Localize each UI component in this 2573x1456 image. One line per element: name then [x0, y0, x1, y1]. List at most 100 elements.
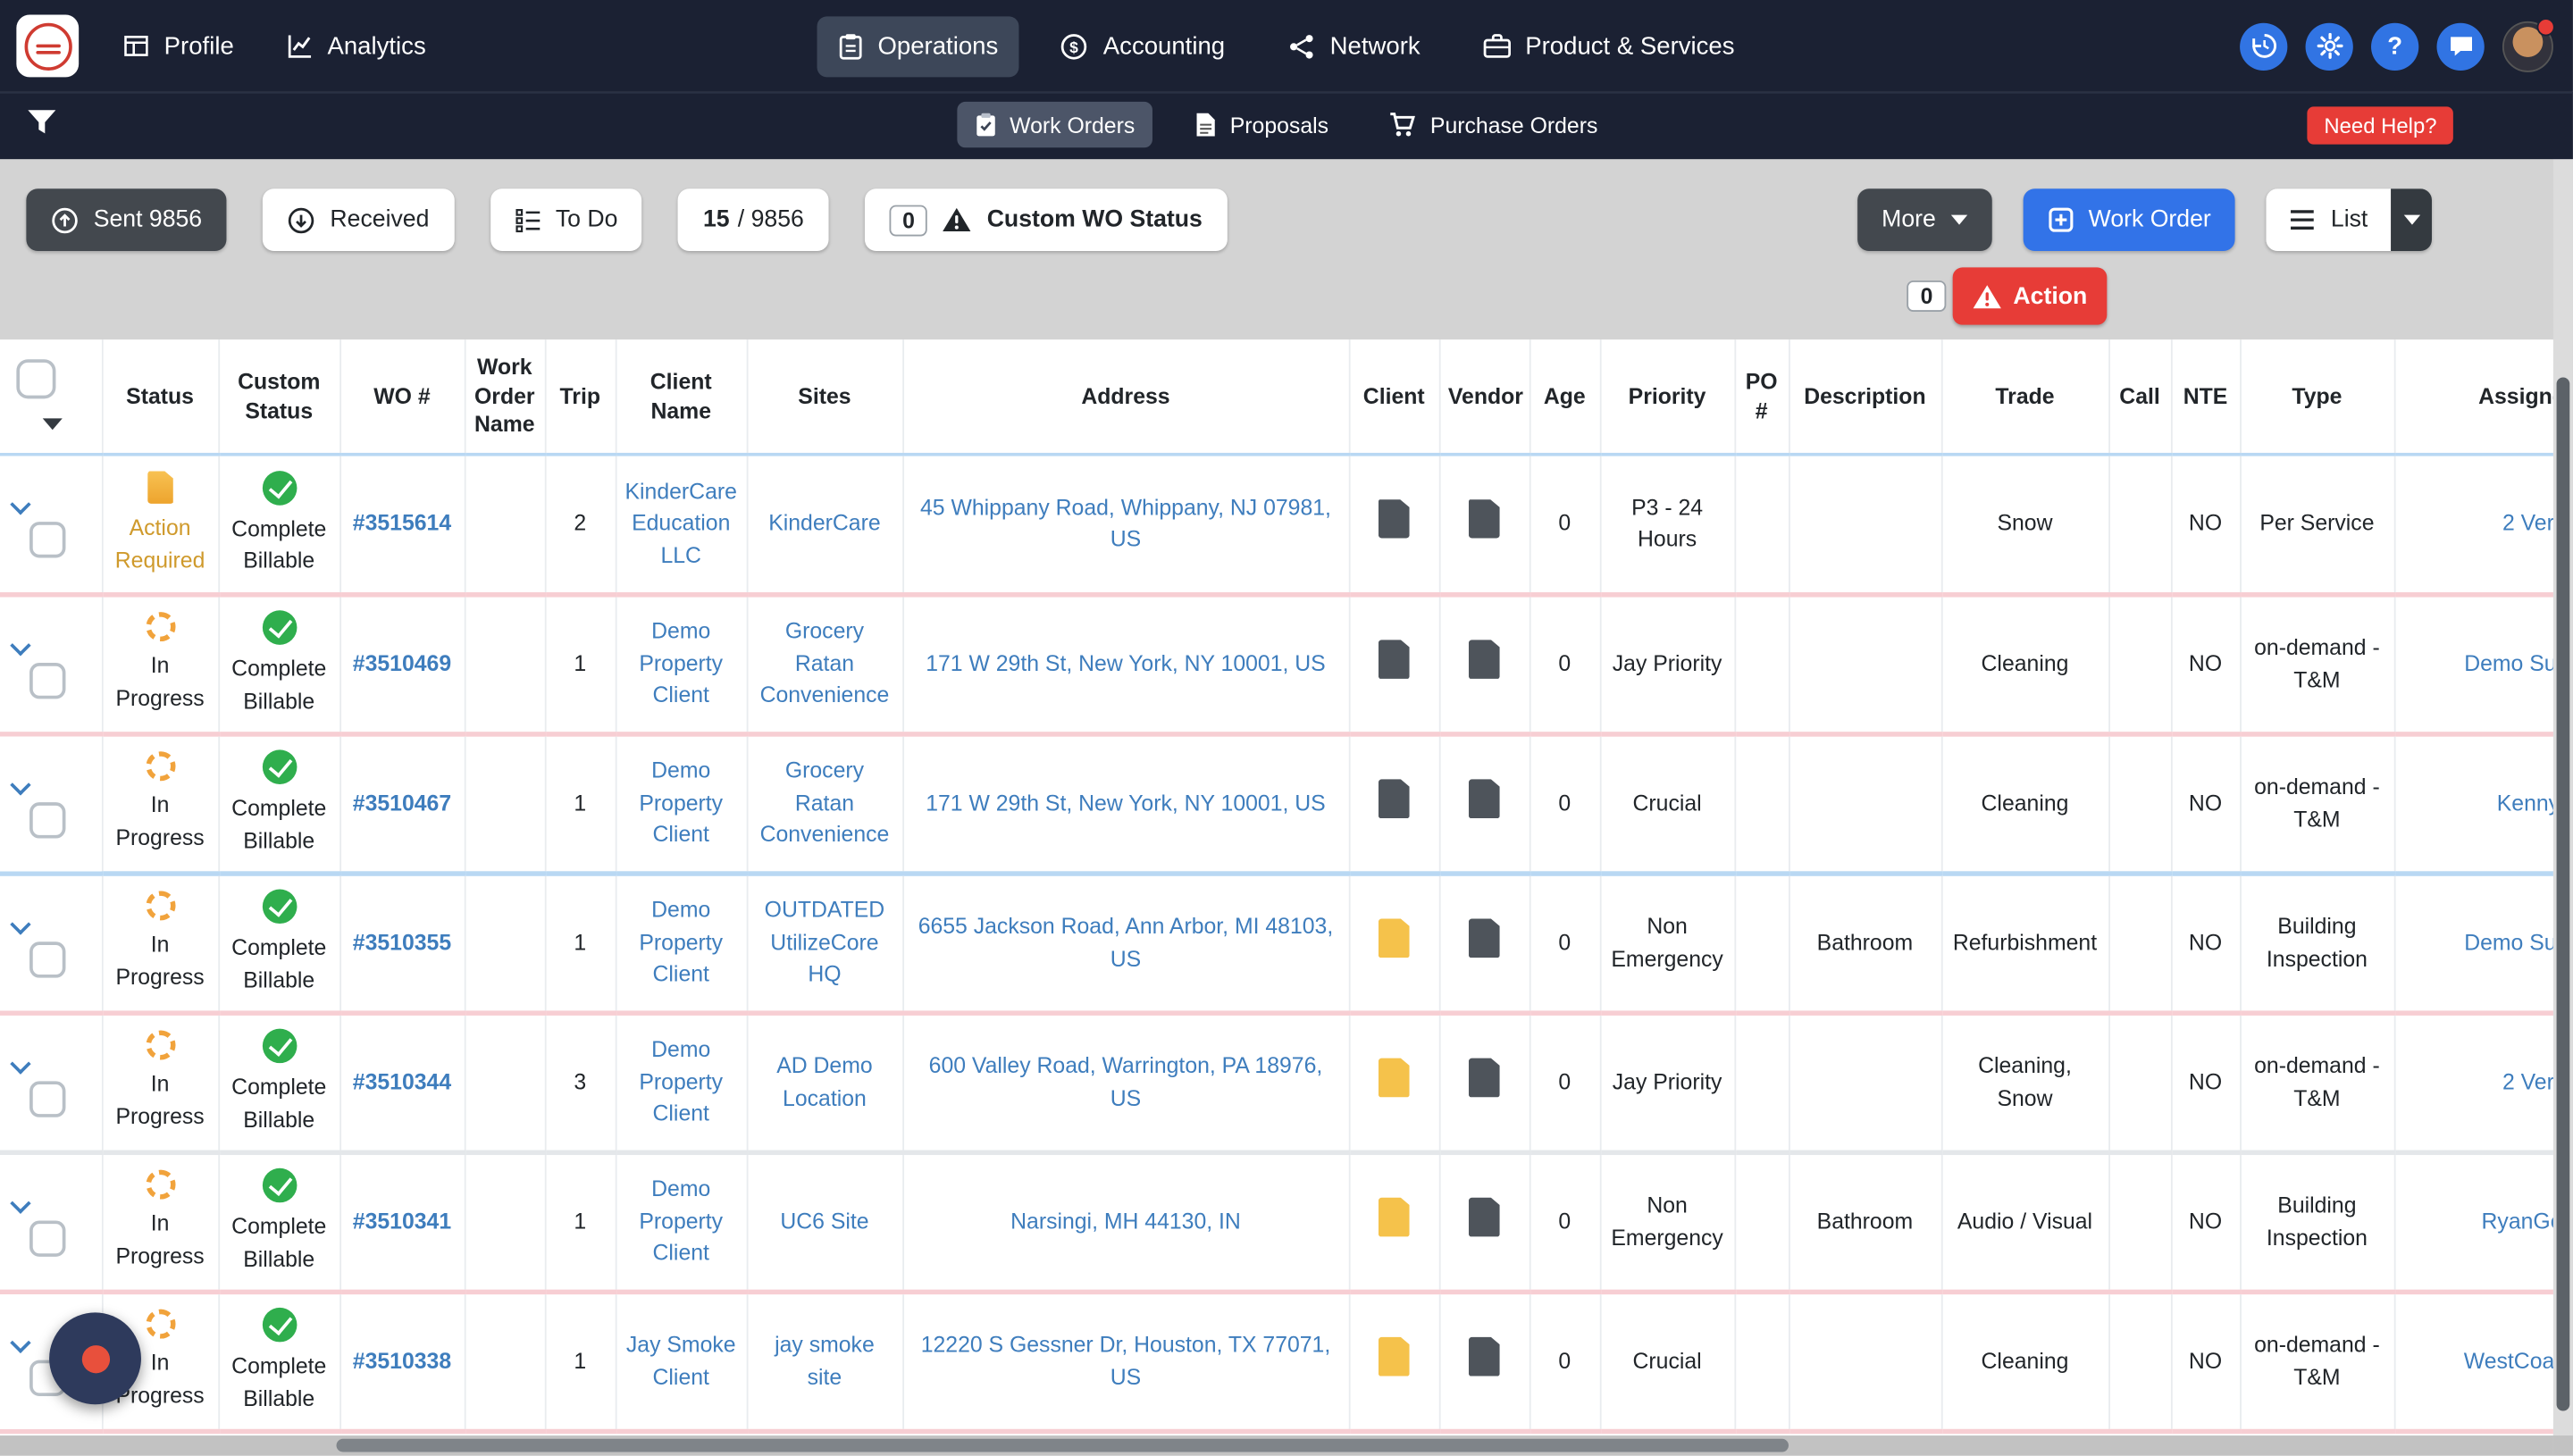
expand-chevron-icon[interactable]	[10, 774, 30, 794]
wo-name-cell	[465, 873, 545, 1012]
view-dropdown-button[interactable]	[2391, 188, 2432, 251]
nav-product-services[interactable]: Product & Services	[1462, 15, 1756, 76]
row-checkbox[interactable]	[29, 801, 65, 837]
row-checkbox[interactable]	[29, 1220, 65, 1256]
client-invoice-icon[interactable]	[1379, 1058, 1410, 1097]
site-link[interactable]: UC6 Site	[780, 1209, 868, 1234]
help-button[interactable]: ?	[2371, 22, 2418, 70]
select-all-checkbox[interactable]	[16, 359, 55, 398]
client-name-link[interactable]: Demo Property Client	[639, 1176, 723, 1265]
address-link[interactable]: Narsingi, MH 44130, IN	[1010, 1209, 1241, 1234]
expand-chevron-icon[interactable]	[10, 913, 30, 933]
vendor-invoice-icon[interactable]	[1469, 1058, 1500, 1097]
custom-status-label: Complete Billable	[227, 653, 331, 717]
client-invoice-icon[interactable]	[1379, 1197, 1410, 1236]
vertical-scrollbar[interactable]	[2553, 159, 2573, 1455]
wo-number-link[interactable]: #3510338	[353, 1348, 451, 1373]
expand-chevron-icon[interactable]	[10, 1192, 30, 1213]
expand-chevron-icon[interactable]	[10, 1332, 30, 1352]
wo-number-link[interactable]: #3515614	[353, 511, 451, 536]
nav-operations[interactable]: Operations	[817, 15, 1020, 76]
vendor-invoice-icon[interactable]	[1469, 918, 1500, 958]
trade-cell: Cleaning	[1941, 733, 2108, 873]
select-dropdown-icon[interactable]	[43, 418, 63, 430]
expand-chevron-icon[interactable]	[10, 634, 30, 655]
assigned-link[interactable]: Demo Subco	[2464, 930, 2553, 955]
tab-purchase-orders[interactable]: Purchase Orders	[1371, 102, 1616, 147]
wo-number-link[interactable]: #3510344	[353, 1069, 451, 1094]
client-name-link[interactable]: Demo Property Client	[639, 1037, 723, 1125]
history-button[interactable]	[2240, 22, 2287, 70]
tab-work-orders[interactable]: Work Orders	[957, 102, 1152, 147]
site-link[interactable]: KinderCare	[768, 511, 880, 536]
chat-button[interactable]	[2436, 22, 2484, 70]
assigned-link[interactable]: RyanGott	[2482, 1209, 2553, 1234]
new-work-order-button[interactable]: Work Order	[2023, 188, 2235, 251]
action-button[interactable]: Action	[1952, 267, 2107, 324]
po-cell	[1734, 1012, 1789, 1151]
site-link[interactable]: Grocery Ratan Convenience	[760, 619, 890, 707]
client-name-link[interactable]: Jay Smoke Client	[626, 1332, 736, 1388]
address-link[interactable]: 600 Valley Road, Warrington, PA 18976, U…	[929, 1053, 1323, 1109]
address-link[interactable]: 171 W 29th St, New York, NY 10001, US	[926, 791, 1325, 816]
client-invoice-icon[interactable]	[1379, 779, 1410, 818]
address-link[interactable]: 45 Whippany Road, Whippany, NJ 07981, US	[920, 495, 1331, 551]
site-link[interactable]: AD Demo Location	[776, 1053, 872, 1109]
assistant-fab-button[interactable]	[49, 1312, 141, 1404]
assigned-link[interactable]: 2 Ver	[2502, 511, 2553, 536]
sent-button[interactable]: Sent 9856	[26, 188, 226, 251]
client-invoice-icon[interactable]	[1379, 499, 1410, 539]
client-name-link[interactable]: Demo Property Client	[639, 758, 723, 847]
site-link[interactable]: jay smoke site	[775, 1332, 875, 1388]
wo-number-link[interactable]: #3510467	[353, 791, 451, 816]
nav-product-services-label: Product & Services	[1525, 32, 1734, 60]
client-name-link[interactable]: KinderCare Education LLC	[624, 479, 736, 567]
client-invoice-icon[interactable]	[1379, 918, 1410, 958]
site-link[interactable]: OUTDATED UtilizeCore HQ	[765, 898, 885, 986]
user-avatar[interactable]	[2502, 21, 2553, 71]
assigned-link[interactable]: WestCoast S	[2464, 1348, 2553, 1373]
client-name-link[interactable]: Demo Property Client	[639, 619, 723, 707]
vertical-scrollbar-thumb[interactable]	[2557, 377, 2570, 1410]
client-invoice-icon[interactable]	[1379, 640, 1410, 679]
need-help-button[interactable]: Need Help?	[2308, 106, 2453, 144]
client-invoice-icon[interactable]	[1379, 1336, 1410, 1376]
expand-chevron-icon[interactable]	[10, 494, 30, 515]
todo-button[interactable]: To Do	[490, 188, 642, 251]
wo-number-link[interactable]: #3510355	[353, 930, 451, 955]
vendor-invoice-icon[interactable]	[1469, 1336, 1500, 1376]
site-link[interactable]: Grocery Ratan Convenience	[760, 758, 890, 847]
row-checkbox[interactable]	[29, 941, 65, 976]
address-link[interactable]: 12220 S Gessner Dr, Houston, TX 77071, U…	[921, 1332, 1331, 1388]
list-view-button[interactable]: List	[2267, 188, 2391, 251]
custom-wo-status-button[interactable]: 0 Custom WO Status	[865, 188, 1228, 251]
horizontal-scrollbar-thumb[interactable]	[337, 1439, 1789, 1452]
client-name-link[interactable]: Demo Property Client	[639, 898, 723, 986]
vendor-invoice-icon[interactable]	[1469, 779, 1500, 818]
nav-accounting[interactable]: $ Accounting	[1039, 15, 1246, 76]
row-checkbox[interactable]	[29, 662, 65, 698]
assigned-link[interactable]: Kenny	[2497, 791, 2553, 816]
settings-button[interactable]	[2306, 22, 2353, 70]
row-checkbox[interactable]	[29, 1080, 65, 1116]
filter-button[interactable]	[26, 108, 57, 136]
tab-proposals[interactable]: Proposals	[1178, 102, 1346, 147]
address-link[interactable]: 171 W 29th St, New York, NY 10001, US	[926, 651, 1325, 676]
address-link[interactable]: 6655 Jackson Road, Ann Arbor, MI 48103, …	[918, 914, 1334, 970]
horizontal-scrollbar[interactable]	[0, 1435, 2553, 1455]
nav-profile[interactable]: Profile	[102, 15, 256, 76]
vendor-invoice-icon[interactable]	[1469, 640, 1500, 679]
received-button[interactable]: Received	[263, 188, 454, 251]
vendor-invoice-icon[interactable]	[1469, 499, 1500, 539]
wo-number-link[interactable]: #3510469	[353, 651, 451, 676]
wo-number-link[interactable]: #3510341	[353, 1209, 451, 1234]
expand-chevron-icon[interactable]	[10, 1052, 30, 1073]
vendor-invoice-icon[interactable]	[1469, 1197, 1500, 1236]
row-checkbox[interactable]	[29, 522, 65, 557]
assigned-link[interactable]: Demo Subco	[2464, 651, 2553, 676]
more-button[interactable]: More	[1857, 188, 1992, 251]
nav-network[interactable]: Network	[1266, 15, 1442, 76]
nav-analytics[interactable]: Analytics	[265, 15, 448, 76]
company-logo[interactable]	[16, 15, 79, 78]
assigned-link[interactable]: 2 Ver	[2502, 1069, 2553, 1094]
